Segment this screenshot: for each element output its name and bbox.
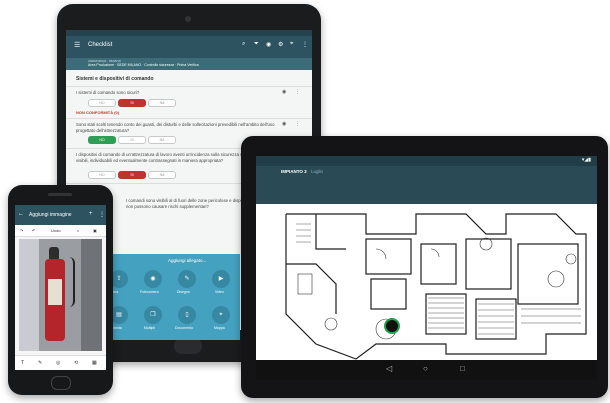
document-icon[interactable]: ▯ [178,306,196,324]
undo-label[interactable]: Undo [51,228,61,233]
photo-canvas[interactable] [19,239,102,351]
divider [66,86,312,87]
option-no[interactable]: NO [88,171,116,179]
plan-title: IMPIANTO 3 [281,169,307,174]
rotate-tool-icon[interactable]: ⟲ [74,360,78,366]
more-icon[interactable]: ⋮ [295,89,300,95]
drawing-icon[interactable]: ✎ [178,270,196,288]
home-button[interactable] [51,376,71,390]
attach-label: Fotocamera [140,290,159,294]
camera-icon[interactable]: ◉ [266,41,271,48]
map-icon[interactable]: ⌖ [212,306,230,324]
location-icon[interactable]: ⌖ [290,41,293,48]
app-bar: ← Aggiungi immagine + ⋮ [15,205,106,225]
settings-icon[interactable]: ⚙ [278,41,283,48]
edit-toolbar: ↷ ↶ Undo ◐ ▣ [15,225,106,237]
plan-subtitle: Luglio [311,169,324,174]
question-1: I sistemi di comando sono sicuri? [76,90,140,95]
tablet-floorplan-device: ▾◢▮ IMPIANTO 3 Luglio ◁ ○ □ [241,136,608,398]
door-frame [81,239,102,351]
context-line2: Area Produzione · SEDE MILANO · Controll… [88,63,199,67]
attach-label: Disegno [177,290,190,294]
attach-label: Documento [175,326,193,330]
attach-grid: ⇪ Carica ◉ Fotocamera ✎ Disegno ▶ Video … [108,270,240,340]
grid-tool-icon[interactable]: ▦ [92,360,97,366]
attach-label: Video [215,290,224,294]
front-camera [185,16,191,22]
menu-icon[interactable]: ☰ [74,41,80,49]
divider [66,118,312,119]
photo-camera-icon[interactable]: ◉ [144,270,162,288]
app-bar: ▾◢▮ IMPIANTO 3 Luglio [256,156,597,204]
option-no[interactable]: NO [88,136,116,144]
option-si[interactable]: SI [118,171,146,179]
add-icon[interactable]: + [89,211,93,217]
more-icon[interactable]: ⋮ [99,211,105,218]
option-no[interactable]: NO [88,99,116,107]
text-tool-icon[interactable]: T [21,360,24,366]
phone-device: ← Aggiungi immagine + ⋮ ↷ ↶ Undo ◐ ▣ T ✎… [8,185,113,395]
section-title: Sistemi e dispositivi di comando [76,76,154,82]
undo-icon[interactable]: ↶ [32,228,35,233]
option-si[interactable]: SI [118,136,146,144]
extinguisher-hose [63,257,75,307]
redo-icon[interactable]: ↷ [20,228,23,233]
camera-icon[interactable]: ◉ [282,89,286,95]
option-na[interactable]: NA [148,99,176,107]
option-na[interactable]: NA [148,171,176,179]
video-icon[interactable]: ▶ [212,270,230,288]
filter-icon[interactable]: ⏷ [254,41,259,48]
search-icon[interactable]: ⌕ [242,41,245,48]
extinguisher-label [48,279,62,305]
nonconformity-label[interactable]: NON CONFORMITÀ (0) [76,110,119,115]
floor-plan-drawing[interactable] [256,204,597,360]
page-title: Aggiungi immagine [29,212,72,218]
attach-panel-title: Aggiungi allegato... [168,258,207,263]
option-si[interactable]: SI [118,99,146,107]
phone-screen: ← Aggiungi immagine + ⋮ ↷ ↶ Undo ◐ ▣ T ✎… [15,205,106,370]
back-nav-icon[interactable]: ◁ [386,364,392,373]
more-icon[interactable]: ⋮ [295,121,300,127]
context-bar: ANDROIDS/2 · 06/05/19 Area Produzione · … [66,58,312,70]
back-icon[interactable]: ← [18,211,24,217]
home-button[interactable] [174,338,202,354]
recents-nav-icon[interactable]: □ [460,364,465,373]
status-bar [66,30,312,36]
page-title: Checklist [88,42,113,48]
color-icon[interactable]: ◐ [77,228,79,233]
more-icon[interactable]: ⋮ [302,41,308,48]
multiple-icon[interactable]: ❐ [144,306,162,324]
navigation-bar: ◁ ○ □ [256,360,597,380]
pen-tool-icon[interactable]: ✎ [38,360,42,366]
attach-label: Multipli [144,326,155,330]
save-icon[interactable]: ▣ [93,228,97,233]
speaker-grille [48,193,72,196]
camera-icon[interactable]: ◉ [282,121,286,127]
battery-icon: ▾◢▮ [581,157,591,163]
floorplan-screen: ▾◢▮ IMPIANTO 3 Luglio ◁ ○ □ [256,156,597,380]
home-nav-icon[interactable]: ○ [423,364,428,373]
wall-panel [19,239,39,351]
question-2: Sono stati scelti tenendo conto dei guas… [76,122,275,133]
bottom-toolbar: T ✎ ◎ ⟲ ▦ [15,355,106,370]
option-na[interactable]: NA [148,136,176,144]
app-bar: ☰ Checklist ⌕ ⏷ ◉ ⚙ ⌖ ⋮ [66,30,312,58]
status-bar: ▾◢▮ [256,156,597,166]
attach-label: Mappa [214,326,225,330]
shape-tool-icon[interactable]: ◎ [56,360,60,366]
